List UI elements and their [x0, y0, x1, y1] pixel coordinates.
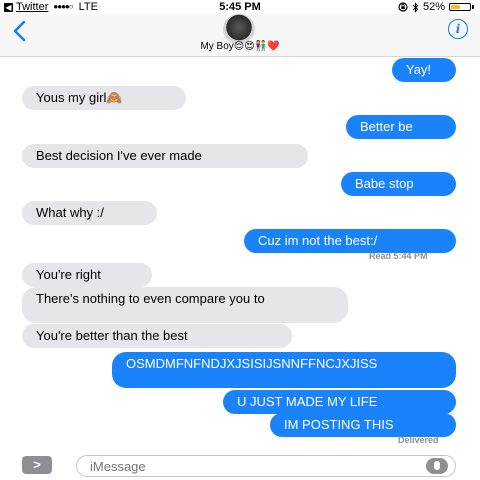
- message-bubble-outgoing[interactable]: Cuz im not the best:/: [244, 229, 456, 253]
- message-bubble-incoming[interactable]: Yous my girl🙈: [22, 86, 186, 110]
- message-bubble-outgoing[interactable]: Better be: [346, 115, 456, 139]
- microphone-icon[interactable]: [426, 458, 448, 474]
- message-bubble-incoming[interactable]: You're right: [22, 263, 152, 287]
- message-bubble-incoming[interactable]: There's nothing to even compare you to: [22, 287, 348, 323]
- contact-avatar[interactable]: [223, 14, 255, 44]
- expand-apps-button[interactable]: >: [22, 456, 52, 474]
- message-bubble-outgoing[interactable]: IM POSTING THIS: [270, 413, 456, 437]
- status-bar: ◀ Twitter ●●●●○ LTE 5:45 PM 52%: [0, 0, 480, 14]
- compose-bar: >: [0, 452, 480, 480]
- message-bubble-incoming[interactable]: What why :/: [22, 201, 157, 225]
- battery-level-fill: [451, 5, 460, 9]
- message-bubble-incoming[interactable]: You're better than the best: [22, 324, 292, 348]
- bluetooth-icon: [412, 1, 419, 13]
- delivered-receipt: Delivered: [398, 435, 439, 445]
- message-bubble-outgoing[interactable]: OSMDMFNFNDJXJSISIJSNNFFNCJXJISS: [112, 352, 456, 388]
- microphone-shape: [434, 461, 440, 470]
- chevron-left-icon[interactable]: [12, 20, 28, 42]
- imessage-input[interactable]: [76, 455, 456, 477]
- status-right: 52%: [398, 0, 474, 14]
- message-bubble-outgoing[interactable]: Babe stop: [341, 172, 456, 196]
- message-bubble-incoming[interactable]: Best decision I've ever made: [22, 144, 308, 168]
- message-bubble-outgoing[interactable]: U JUST MADE MY LIFE: [223, 390, 456, 414]
- message-bubble-outgoing[interactable]: Yay!: [392, 58, 456, 82]
- battery-icon: [449, 3, 471, 11]
- read-receipt: Read 5:44 PM: [369, 251, 428, 261]
- battery-percentage: 52%: [422, 1, 445, 13]
- orientation-lock-icon: [398, 2, 408, 12]
- conversation-header: My Boy😌😍👫❤️ i: [0, 14, 480, 57]
- info-icon[interactable]: i: [448, 19, 468, 39]
- battery-tip: [472, 5, 474, 9]
- contact-name[interactable]: My Boy😌😍👫❤️: [0, 41, 480, 53]
